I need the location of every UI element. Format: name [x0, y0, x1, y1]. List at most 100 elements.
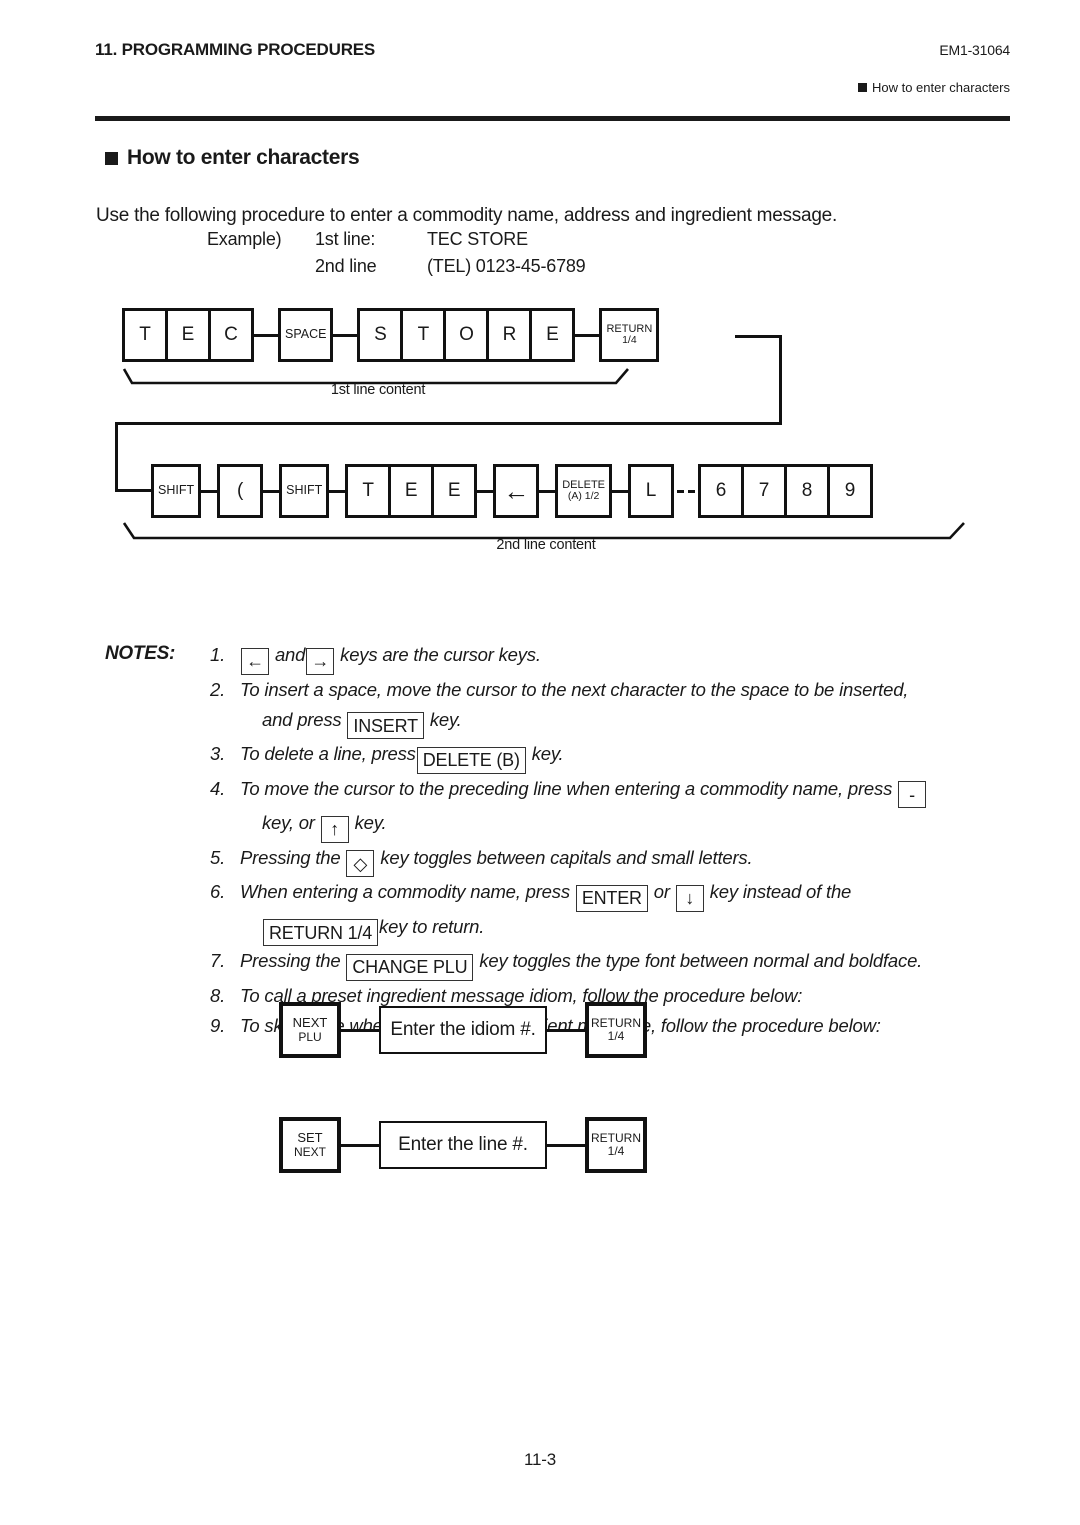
note-text: key instead of the: [704, 881, 852, 902]
inline-key-insert[interactable]: INSERT: [347, 712, 424, 739]
page-header: 11. PROGRAMMING PROCEDURES EM1-31064 How…: [95, 40, 1010, 120]
note-body: ← and → keys are the cursor keys.: [240, 640, 1005, 675]
page-footer: 11-3: [524, 1450, 556, 1469]
dash-separator: [674, 489, 698, 493]
key-set-next[interactable]: SET NEXT: [279, 1117, 341, 1173]
key-e[interactable]: E: [529, 308, 576, 362]
header-section-label: How to enter characters: [857, 80, 1010, 95]
inline-key-change-plu[interactable]: CHANGE PLU: [346, 953, 474, 981]
key-e[interactable]: E: [431, 464, 478, 518]
key-connector: [254, 333, 278, 337]
key-delete[interactable]: DELETE (A) 1/2: [555, 464, 613, 518]
key-e[interactable]: E: [388, 464, 435, 518]
key-return-line2: 1/4: [607, 1029, 625, 1043]
note-number: 2.: [210, 678, 226, 700]
example-line-label: 1st line:: [315, 229, 376, 249]
key-o[interactable]: O: [443, 308, 490, 362]
key-label: R: [502, 324, 517, 346]
key-return-quarter[interactable]: RETURN 1/4: [585, 1002, 647, 1058]
flow-connector: [547, 1143, 585, 1147]
notes-section: NOTES: 1. ← and → keys are the cursor keys…: [105, 640, 1005, 1041]
page-title: How to enter characters: [105, 146, 360, 170]
key-group: SHIFT: [279, 464, 330, 518]
note-body: Pressing the CHANGE PLU key toggles the …: [240, 946, 1005, 981]
key-[interactable]: (: [217, 464, 264, 518]
caption-first-line-content: 1st line content: [330, 382, 426, 398]
key-8[interactable]: 8: [784, 464, 831, 518]
key-space[interactable]: SPACE: [278, 308, 334, 362]
note-number: 4.: [210, 777, 226, 799]
inline-key-delete-b[interactable]: DELETE (B): [416, 746, 526, 774]
inline-key-[interactable]: -: [898, 781, 927, 808]
inline-key-enter[interactable]: ENTER: [575, 884, 648, 912]
key-connector: [263, 489, 280, 493]
key-connector: [201, 489, 218, 493]
note-body: To move the cursor to the preceding line…: [240, 774, 1005, 843]
note-text: key toggles between capitals and small l…: [375, 846, 753, 868]
key-label: C: [224, 324, 238, 346]
inline-key-[interactable]: →: [306, 647, 335, 675]
flow-diagram-idiom: NEXT PLU Enter the idiom #. RETURN 1/4: [279, 1002, 647, 1058]
square-bullet-icon: [105, 151, 118, 165]
note-text: or: [648, 881, 675, 902]
header-document-code: EM1-31064: [939, 42, 1010, 58]
note-line: When entering a commodity name, press EN…: [240, 877, 1005, 912]
example-label: Example): [207, 229, 282, 249]
key-next-plu[interactable]: NEXT PLU: [279, 1002, 341, 1058]
note-number: 7.: [210, 950, 226, 971]
key-t[interactable]: T: [345, 464, 392, 518]
note-number: 6.: [210, 881, 226, 902]
flow-wire-horizontal-top: [735, 335, 782, 338]
note-text: key, or: [262, 812, 320, 833]
key-connector: [477, 489, 494, 493]
key-return-quarter[interactable]: RETURN 1/4: [585, 1117, 647, 1173]
key-t[interactable]: T: [400, 308, 447, 362]
inline-key-return-1-4[interactable]: RETURN 1/4: [263, 919, 379, 946]
key-group: 6 7 8 9: [698, 464, 874, 518]
key-connector: [539, 489, 556, 493]
inline-key-[interactable]: ←: [241, 647, 269, 675]
inline-key-[interactable]: ↓: [675, 884, 704, 912]
key-s[interactable]: S: [357, 308, 404, 362]
note-line: To move the cursor to the preceding line…: [240, 774, 1005, 808]
note-number: 8.: [210, 984, 226, 1006]
key-group: DELETE (A) 1/2: [555, 464, 613, 518]
flow-wire-vertical: [779, 335, 782, 425]
key-group: ←: [493, 464, 540, 518]
key-group: TEE: [345, 464, 478, 518]
note-text: Pressing the: [240, 846, 346, 868]
key-e[interactable]: E: [165, 308, 211, 362]
note-item: 6. When entering a commodity name, press …: [210, 877, 1005, 946]
key-c[interactable]: C: [208, 308, 254, 362]
note-line: key, or ↑ key.: [262, 808, 1005, 843]
note-text: and press: [262, 708, 347, 730]
key-label: SHIFT: [158, 483, 195, 498]
key-shift[interactable]: SHIFT: [279, 464, 330, 518]
note-item: 2. To insert a space, move the cursor to …: [210, 675, 1005, 739]
inline-key-[interactable]: ↑: [320, 815, 349, 843]
key-connector: [329, 489, 346, 493]
key-6[interactable]: 6: [698, 464, 745, 518]
note-line: Pressing the ◇ key toggles between capit…: [240, 843, 1005, 877]
key-return-quarter[interactable]: RETURN 1/4: [599, 308, 660, 362]
note-item: 7. Pressing the CHANGE PLU key toggles th…: [210, 946, 1005, 981]
notes-label: NOTES:: [105, 643, 175, 664]
note-text: key to return.: [379, 915, 485, 937]
note-line: To insert a space, move the cursor to th…: [240, 675, 1005, 705]
key-[interactable]: ←: [493, 464, 540, 518]
key-return-line2: 1/4: [607, 1144, 625, 1158]
key-label: 7: [758, 480, 770, 502]
key-9[interactable]: 9: [827, 464, 874, 518]
inline-key-[interactable]: ◇: [346, 850, 375, 877]
header-section-text: How to enter characters: [871, 80, 1010, 95]
key-row-second-line: SHIFT (SHIFT T E E ← DELETE (A) 1/2 L 6 7 8 9: [151, 464, 874, 518]
key-r[interactable]: R: [486, 308, 533, 362]
key-7[interactable]: 7: [741, 464, 788, 518]
key-l[interactable]: L: [628, 464, 675, 518]
note-line: ← and → keys are the cursor keys.: [240, 640, 1005, 675]
note-number: 5.: [210, 846, 226, 868]
key-t[interactable]: T: [122, 308, 168, 362]
key-sublabel: (A) 1/2: [567, 490, 600, 503]
key-shift[interactable]: SHIFT: [151, 464, 202, 518]
key-label: E: [546, 324, 559, 346]
